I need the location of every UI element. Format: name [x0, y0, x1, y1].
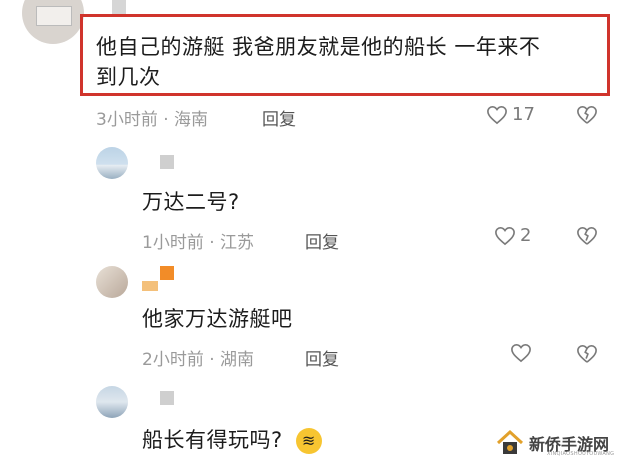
comment-meta: 1小时前 · 江苏: [142, 228, 254, 253]
comment-text: 他家万达游艇吧: [142, 307, 293, 331]
like-button[interactable]: [510, 343, 536, 363]
like-button[interactable]: 2: [494, 225, 531, 246]
dislike-button[interactable]: [576, 105, 598, 125]
meta-separator: ·: [209, 350, 215, 370]
comment-text-content: 船长有得玩吗?: [142, 428, 283, 452]
like-count: 17: [512, 104, 535, 125]
meta-separator: ·: [163, 110, 169, 130]
comment-text: 万达二号?: [142, 190, 240, 214]
comment-text: 船长有得玩吗? ≋: [142, 424, 322, 454]
location: 江苏: [220, 233, 255, 253]
reply-button[interactable]: 回复: [305, 345, 339, 370]
avatar[interactable]: [22, 0, 84, 44]
username[interactable]: [112, 0, 126, 14]
username[interactable]: [160, 391, 174, 405]
dislike-button[interactable]: [576, 344, 598, 364]
comment-text: 他自己的游艇 我爸朋友就是他的船长 一年来不: [96, 35, 541, 59]
broken-heart-icon: [577, 226, 597, 245]
heart-icon: [487, 105, 507, 124]
broken-heart-icon: [577, 105, 597, 124]
like-button[interactable]: 17: [486, 104, 535, 125]
comment-meta: 3小时前 · 海南: [96, 105, 208, 130]
username-badge[interactable]: [142, 266, 176, 294]
meta-separator: ·: [209, 233, 215, 253]
heart-icon: [511, 343, 531, 363]
house-logo-icon: [496, 429, 524, 454]
avatar[interactable]: [96, 266, 128, 298]
dislike-button[interactable]: [576, 226, 598, 246]
location: 湖南: [220, 350, 255, 370]
timestamp: 1小时前: [142, 233, 204, 253]
heart-icon: [495, 226, 515, 245]
like-count: 2: [520, 225, 532, 246]
reply-button[interactable]: 回复: [305, 228, 339, 253]
watermark-subtitle: XINQIAOSHOUYOUWANG: [547, 451, 615, 457]
timestamp: 3小时前: [96, 110, 158, 130]
comment-text-line2: 到几次: [96, 65, 161, 89]
reply-button[interactable]: 回复: [262, 105, 296, 130]
laughing-emoji-icon: ≋: [295, 428, 322, 454]
username[interactable]: [160, 155, 174, 169]
avatar[interactable]: [96, 147, 128, 179]
location: 海南: [174, 110, 209, 130]
avatar[interactable]: [96, 386, 128, 418]
broken-heart-icon: [577, 344, 597, 363]
comment-meta: 2小时前 · 湖南: [142, 345, 254, 370]
timestamp: 2小时前: [142, 350, 204, 370]
